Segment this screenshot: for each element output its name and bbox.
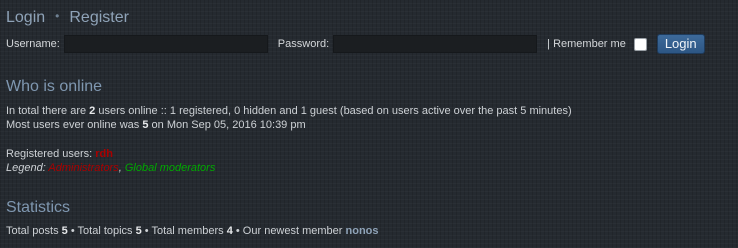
who-is-online-title: Who is online [6, 78, 103, 95]
login-form: Username: Password: | Remember me Login [6, 34, 705, 54]
username-label: Username: [6, 38, 60, 50]
online-total-text: In total there are 2 users online :: 1 r… [6, 104, 572, 118]
auth-header: Login • Register [6, 6, 129, 28]
total-topics-label: • Total topics [67, 225, 136, 237]
password-input[interactable] [333, 35, 538, 53]
register-link[interactable]: Register [69, 9, 129, 26]
online-total-prefix: In total there are [6, 105, 90, 117]
username-input[interactable] [63, 35, 268, 53]
legend-global-moderators-link[interactable]: Global moderators [125, 162, 216, 174]
legend-label: Legend: [6, 162, 49, 174]
remember-me-label: | Remember me [547, 38, 626, 50]
registered-users-line: Registered users: rdh [6, 147, 113, 161]
statistics-title: Statistics [6, 199, 71, 216]
most-online-text: Most users ever online was 5 on Mon Sep … [6, 118, 306, 132]
login-link[interactable]: Login [6, 9, 45, 26]
newest-member-label: • Our newest member [232, 225, 346, 237]
password-label: Password: [277, 38, 330, 50]
login-button[interactable]: Login [656, 34, 705, 54]
total-posts-label: Total posts [6, 225, 62, 237]
legend-administrators-link[interactable]: Administrators [48, 162, 118, 174]
registered-users-label: Registered users: [6, 148, 96, 160]
total-members-label: • Total members [141, 225, 227, 237]
header-separator: • [55, 9, 60, 23]
online-total-suffix: users online :: 1 registered, 0 hidden a… [95, 105, 572, 117]
registered-user-link[interactable]: rdh [95, 148, 113, 160]
most-online-suffix: on Mon Sep 05, 2016 10:39 pm [148, 119, 306, 131]
statistics-line: Total posts 5 • Total topics 5 • Total m… [6, 224, 379, 238]
most-online-prefix: Most users ever online was [6, 119, 143, 131]
legend-line: Legend: Administrators, Global moderator… [6, 161, 215, 175]
newest-member-link[interactable]: nonos [346, 225, 379, 237]
remember-me-checkbox[interactable] [633, 37, 647, 51]
